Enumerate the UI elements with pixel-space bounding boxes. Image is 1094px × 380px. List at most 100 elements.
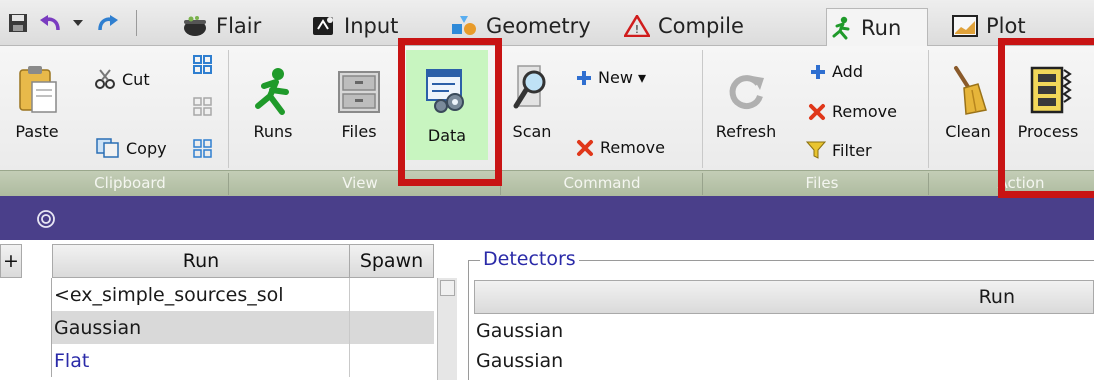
tab-input[interactable]: Input bbox=[308, 6, 398, 46]
geometry-icon bbox=[450, 15, 478, 37]
detectors-title: Detectors bbox=[480, 248, 579, 270]
run-table: + Run Spawn <ex_simple_sources_sol Gauss… bbox=[0, 240, 460, 380]
scissors-icon bbox=[95, 69, 115, 89]
save-icon[interactable] bbox=[6, 10, 30, 36]
group-label-command: Command bbox=[563, 174, 641, 192]
add-row-label: + bbox=[3, 250, 19, 272]
tab-flair[interactable]: Flair bbox=[178, 6, 261, 46]
panel-header-bar bbox=[0, 196, 1094, 240]
tab-compile[interactable]: ! Compile bbox=[620, 6, 744, 46]
filter-button[interactable]: Filter bbox=[806, 140, 872, 160]
column-header-label: Run bbox=[978, 286, 1015, 308]
row-marker bbox=[22, 344, 52, 377]
paste-button[interactable]: Paste bbox=[2, 64, 72, 141]
new-label: New ▾ bbox=[598, 68, 647, 87]
highlight-box-process bbox=[998, 38, 1094, 198]
svg-text:!: ! bbox=[635, 23, 639, 36]
scan-label: Scan bbox=[512, 122, 552, 141]
scan-magnifier-icon bbox=[513, 65, 546, 109]
menu-tab-bar: Flair Input Geometry ! Compile Run Plot bbox=[0, 0, 1094, 47]
detectors-column-header-run[interactable]: Run bbox=[474, 280, 1094, 314]
add-row-button[interactable]: + bbox=[0, 244, 22, 278]
grid-icon[interactable] bbox=[192, 96, 214, 122]
copy-icon bbox=[96, 138, 119, 158]
running-man-icon bbox=[831, 16, 853, 40]
row-marker bbox=[22, 311, 52, 344]
table-row[interactable]: Flat bbox=[52, 344, 434, 377]
column-header-run[interactable]: Run bbox=[52, 244, 350, 278]
run-name-cell: Flat bbox=[54, 349, 90, 372]
tab-label: Flair bbox=[216, 14, 262, 38]
plus-icon bbox=[577, 70, 591, 85]
remove-label: Remove bbox=[600, 138, 665, 157]
column-header-spawn[interactable]: Spawn bbox=[349, 244, 434, 278]
group-separator bbox=[702, 50, 703, 168]
add-label: Add bbox=[832, 62, 863, 81]
tab-label: Input bbox=[344, 14, 399, 38]
remove-file-button[interactable]: Remove bbox=[808, 102, 897, 121]
refresh-label: Refresh bbox=[715, 122, 777, 141]
group-label-files: Files bbox=[805, 174, 839, 192]
copy-button[interactable]: Copy bbox=[96, 138, 167, 158]
tab-run[interactable]: Run bbox=[826, 8, 928, 47]
file-cabinet-icon bbox=[338, 71, 380, 113]
detector-cell: Gaussian bbox=[476, 350, 564, 372]
copy-label: Copy bbox=[126, 138, 167, 158]
ribbon: Paste Cut Copy Runs Files Data Scan New … bbox=[0, 46, 1094, 170]
files-button[interactable]: Files bbox=[330, 66, 388, 141]
run-name-cell: Gaussian bbox=[54, 316, 142, 339]
refresh-button[interactable]: Refresh bbox=[704, 70, 788, 141]
target-circle-icon[interactable] bbox=[36, 209, 56, 229]
cut-label: Cut bbox=[122, 69, 150, 89]
plus-icon bbox=[811, 64, 825, 79]
input-icon bbox=[312, 15, 336, 37]
deselect-icon[interactable] bbox=[192, 138, 214, 164]
spawn-cell bbox=[349, 278, 434, 311]
add-file-button[interactable]: Add bbox=[810, 62, 863, 81]
vertical-scrollbar[interactable] bbox=[437, 278, 457, 380]
undo-icon[interactable] bbox=[36, 10, 66, 36]
spawn-cell bbox=[349, 311, 434, 344]
files-label: Files bbox=[341, 122, 377, 141]
paste-label: Paste bbox=[15, 122, 59, 141]
tab-label: Plot bbox=[986, 14, 1026, 38]
group-separator bbox=[928, 50, 929, 168]
detector-row[interactable]: Gaussian bbox=[476, 350, 563, 378]
plot-icon bbox=[952, 15, 978, 37]
remove-run-button[interactable]: Remove bbox=[576, 138, 665, 157]
broom-icon bbox=[954, 66, 987, 115]
group-divider bbox=[928, 173, 929, 195]
filter-funnel-icon bbox=[806, 141, 826, 159]
group-label-view: View bbox=[342, 174, 378, 192]
detectors-panel: Detectors Run Gaussian Gaussian bbox=[460, 240, 1094, 380]
undo-dropdown-icon[interactable] bbox=[70, 10, 86, 36]
table-row[interactable]: Gaussian bbox=[52, 311, 434, 344]
highlight-box-data bbox=[398, 38, 502, 186]
redo-icon[interactable] bbox=[92, 10, 122, 36]
runs-button[interactable]: Runs bbox=[244, 66, 302, 141]
group-separator bbox=[228, 50, 229, 168]
toolbar-separator bbox=[136, 10, 137, 36]
group-divider bbox=[228, 173, 229, 195]
cut-button[interactable]: Cut bbox=[94, 68, 150, 90]
group-divider bbox=[702, 173, 703, 195]
column-header-label: Run bbox=[182, 250, 220, 272]
table-row[interactable]: <ex_simple_sources_sol bbox=[52, 278, 434, 311]
detector-row[interactable]: Gaussian bbox=[476, 320, 563, 348]
paste-icon bbox=[19, 66, 57, 113]
detector-cell: Gaussian bbox=[476, 320, 564, 342]
ribbon-group-labels: Clipboard View Command Files Action bbox=[0, 170, 1094, 196]
red-x-icon bbox=[577, 139, 593, 156]
tab-label: Geometry bbox=[486, 14, 591, 38]
run-name-cell: <ex_simple_sources_sol bbox=[54, 283, 284, 306]
clean-button[interactable]: Clean bbox=[932, 64, 1004, 141]
new-button[interactable]: New ▾ bbox=[576, 68, 646, 87]
tab-label: Run bbox=[861, 16, 902, 40]
scroll-up-arrow[interactable] bbox=[440, 280, 455, 296]
select-all-icon[interactable] bbox=[192, 54, 214, 80]
clean-label: Clean bbox=[945, 122, 991, 141]
refresh-icon bbox=[729, 75, 764, 110]
warning-triangle-icon: ! bbox=[624, 15, 650, 37]
cauldron-icon bbox=[182, 15, 208, 37]
scan-button[interactable]: Scan bbox=[504, 62, 560, 141]
